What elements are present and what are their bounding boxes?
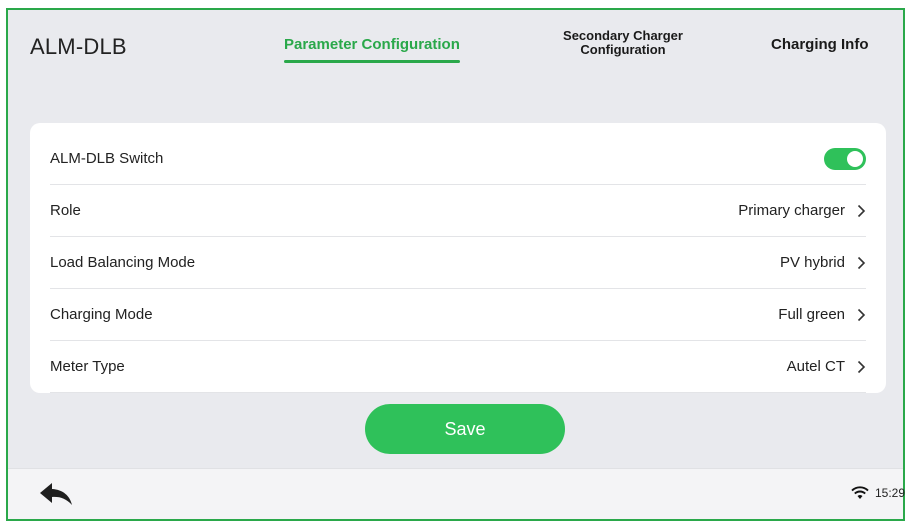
settings-row-role[interactable]: Role Primary charger: [50, 185, 866, 237]
status-time: 15:29: [874, 486, 905, 500]
chevron-right-icon: [857, 308, 866, 321]
settings-row-load-balancing-mode[interactable]: Load Balancing Mode PV hybrid: [50, 237, 866, 289]
row-value: Primary charger: [738, 202, 845, 219]
page-title: ALM-DLB: [30, 34, 127, 59]
chevron-right-icon: [857, 204, 866, 217]
tab-label: Charging Info: [771, 36, 869, 53]
switch-label: ALM-DLB Switch: [50, 150, 164, 167]
chevron-right-icon: [857, 360, 866, 373]
tab-label-line1: Secondary Charger: [563, 28, 683, 43]
app-window: ALM-DLB Parameter Configuration Secondar…: [6, 8, 905, 521]
settings-row-meter-type[interactable]: Meter Type Autel CT: [50, 341, 866, 393]
header: ALM-DLB Parameter Configuration Secondar…: [8, 10, 903, 90]
wifi-icon: [851, 486, 869, 499]
row-label: Meter Type: [50, 358, 125, 375]
tab-charging-info[interactable]: Charging Info: [771, 36, 869, 53]
settings-row-charging-mode[interactable]: Charging Mode Full green: [50, 289, 866, 341]
back-arrow-icon[interactable]: [38, 482, 74, 506]
active-tab-underline: [284, 60, 460, 63]
row-value: PV hybrid: [779, 254, 845, 271]
status-area: 15:29: [851, 486, 905, 500]
row-value: Autel CT: [786, 358, 845, 375]
row-label: Charging Mode: [50, 306, 153, 323]
row-value: Full green: [778, 306, 845, 323]
alm-dlb-switch-row: ALM-DLB Switch: [50, 133, 866, 185]
bottom-navigation-bar: 15:29: [8, 468, 905, 519]
chevron-right-icon: [857, 256, 866, 269]
tab-parameter-configuration[interactable]: Parameter Configuration: [284, 36, 460, 63]
row-label: Load Balancing Mode: [50, 254, 196, 271]
toggle-knob: [847, 150, 863, 167]
save-button[interactable]: Save: [365, 404, 565, 454]
row-label: Role: [50, 202, 81, 219]
tab-label-line2: Configuration: [580, 42, 666, 57]
settings-card: ALM-DLB Switch Role Primary charger Load…: [30, 123, 886, 393]
alm-dlb-toggle[interactable]: [824, 147, 866, 170]
tab-label: Parameter Configuration: [284, 36, 460, 53]
tab-secondary-charger-configuration[interactable]: Secondary Charger Configuration: [553, 29, 693, 57]
